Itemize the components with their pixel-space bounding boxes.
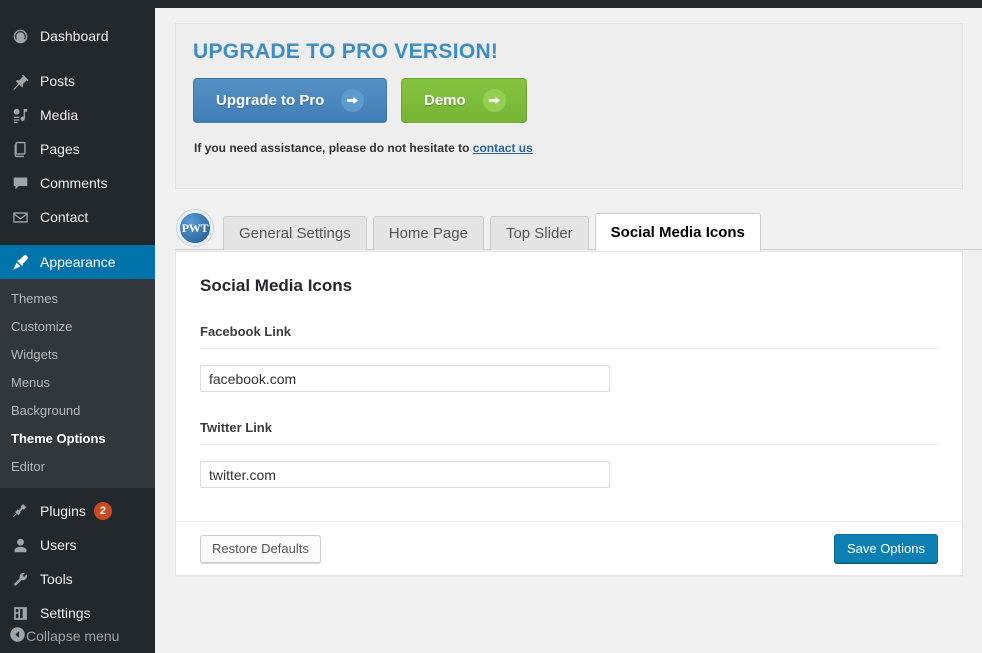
demo-label: Demo [424,92,466,109]
plug-icon [9,501,31,521]
arrow-right-icon [482,89,506,112]
admin-sidebar: Dashboard Posts Media Pages Comments Con… [0,0,155,653]
dashboard-icon [9,26,31,46]
submenu-item-background[interactable]: Background [0,397,155,425]
sidebar-item-pages[interactable]: Pages [0,132,155,166]
tabs-row: PWT General Settings Home Page Top Slide… [175,210,767,251]
facebook-link-input[interactable] [200,365,610,392]
promo-title: UPGRADE TO PRO VERSION! [193,40,499,63]
sidebar-item-label: Plugins [40,503,86,519]
sidebar-item-appearance[interactable]: Appearance [0,245,155,279]
tab-home-page[interactable]: Home Page [372,216,484,250]
restore-defaults-button[interactable]: Restore Defaults [200,534,321,563]
save-options-button[interactable]: Save Options [833,534,938,563]
sidebar-item-label: Comments [40,175,108,191]
sidebar-item-label: Posts [40,73,76,89]
appearance-submenu: Themes Customize Widgets Menus Backgroun… [0,279,155,488]
field-facebook-link: Facebook Link [176,296,962,392]
demo-button[interactable]: Demo [401,78,527,123]
sidebar-item-label: Users [40,537,77,553]
sidebar-item-contact[interactable]: Contact [0,200,155,234]
pwt-logo-text: PWT [181,220,209,235]
sidebar-item-label: Pages [40,141,80,157]
social-media-icons-panel: Social Media Icons Facebook Link Twitter… [175,251,963,576]
theme-options-tabs: PWT General Settings Home Page Top Slide… [175,206,982,251]
upgrade-to-pro-label: Upgrade to Pro [216,92,325,109]
content-area: UPGRADE TO PRO VERSION! Upgrade to Pro D… [155,8,982,653]
tab-general-settings[interactable]: General Settings [223,216,367,250]
sidebar-item-plugins[interactable]: Plugins 2 [0,494,155,528]
sidebar-item-media[interactable]: Media [0,98,155,132]
admin-screen: Dashboard Posts Media Pages Comments Con… [0,0,982,653]
sidebar-item-label: Tools [40,571,73,587]
sidebar-item-label: Settings [40,605,91,621]
sidebar-item-posts[interactable]: Posts [0,64,155,98]
submenu-item-menus[interactable]: Menus [0,369,155,397]
twitter-link-label: Twitter Link [200,392,938,445]
submenu-item-widgets[interactable]: Widgets [0,341,155,369]
comment-icon [9,173,31,193]
submenu-item-customize[interactable]: Customize [0,313,155,341]
plugins-update-badge: 2 [93,502,112,520]
tab-top-slider[interactable]: Top Slider [489,216,589,250]
submenu-item-theme-options[interactable]: Theme Options [0,425,155,453]
submenu-item-editor[interactable]: Editor [0,453,155,481]
contact-us-link[interactable]: contact us [473,141,533,155]
promo-assistance-note: If you need assistance, please do not he… [176,123,962,155]
sidebar-item-label: Appearance [40,254,116,270]
media-icon [9,105,31,125]
pin-icon [9,71,31,91]
sidebar-item-dashboard[interactable]: Dashboard [0,19,155,53]
sidebar-item-tools[interactable]: Tools [0,562,155,596]
field-twitter-link: Twitter Link [176,392,962,488]
pages-icon [9,139,31,159]
sidebar-item-label: Dashboard [40,28,109,44]
panel-title: Social Media Icons [200,276,353,295]
collapse-arrow-icon [9,626,26,646]
facebook-link-label: Facebook Link [200,296,938,349]
sidebar-item-label: Contact [40,209,89,225]
promo-note-text: If you need assistance, please do not he… [194,141,470,155]
envelope-icon [9,207,31,227]
tab-social-media-icons[interactable]: Social Media Icons [594,213,761,251]
arrow-right-icon [341,89,365,112]
panel-footer: Restore Defaults Save Options [176,521,962,575]
promo-buttons: Upgrade to Pro Demo [176,64,962,123]
sidebar-item-comments[interactable]: Comments [0,166,155,200]
user-icon [9,535,31,555]
upgrade-promo-banner: UPGRADE TO PRO VERSION! Upgrade to Pro D… [175,23,963,189]
brush-icon [9,252,31,272]
sidebar-item-label: Media [40,107,79,123]
upgrade-to-pro-button[interactable]: Upgrade to Pro [193,78,387,123]
collapse-menu-label: Collapse menu [26,628,120,644]
twitter-link-input[interactable] [200,461,610,488]
submenu-item-themes[interactable]: Themes [0,285,155,313]
wrench-icon [9,569,31,589]
sidebar-item-users[interactable]: Users [0,528,155,562]
collapse-menu-button[interactable]: Collapse menu [0,619,155,653]
pwt-logo-icon: PWT [177,210,213,246]
